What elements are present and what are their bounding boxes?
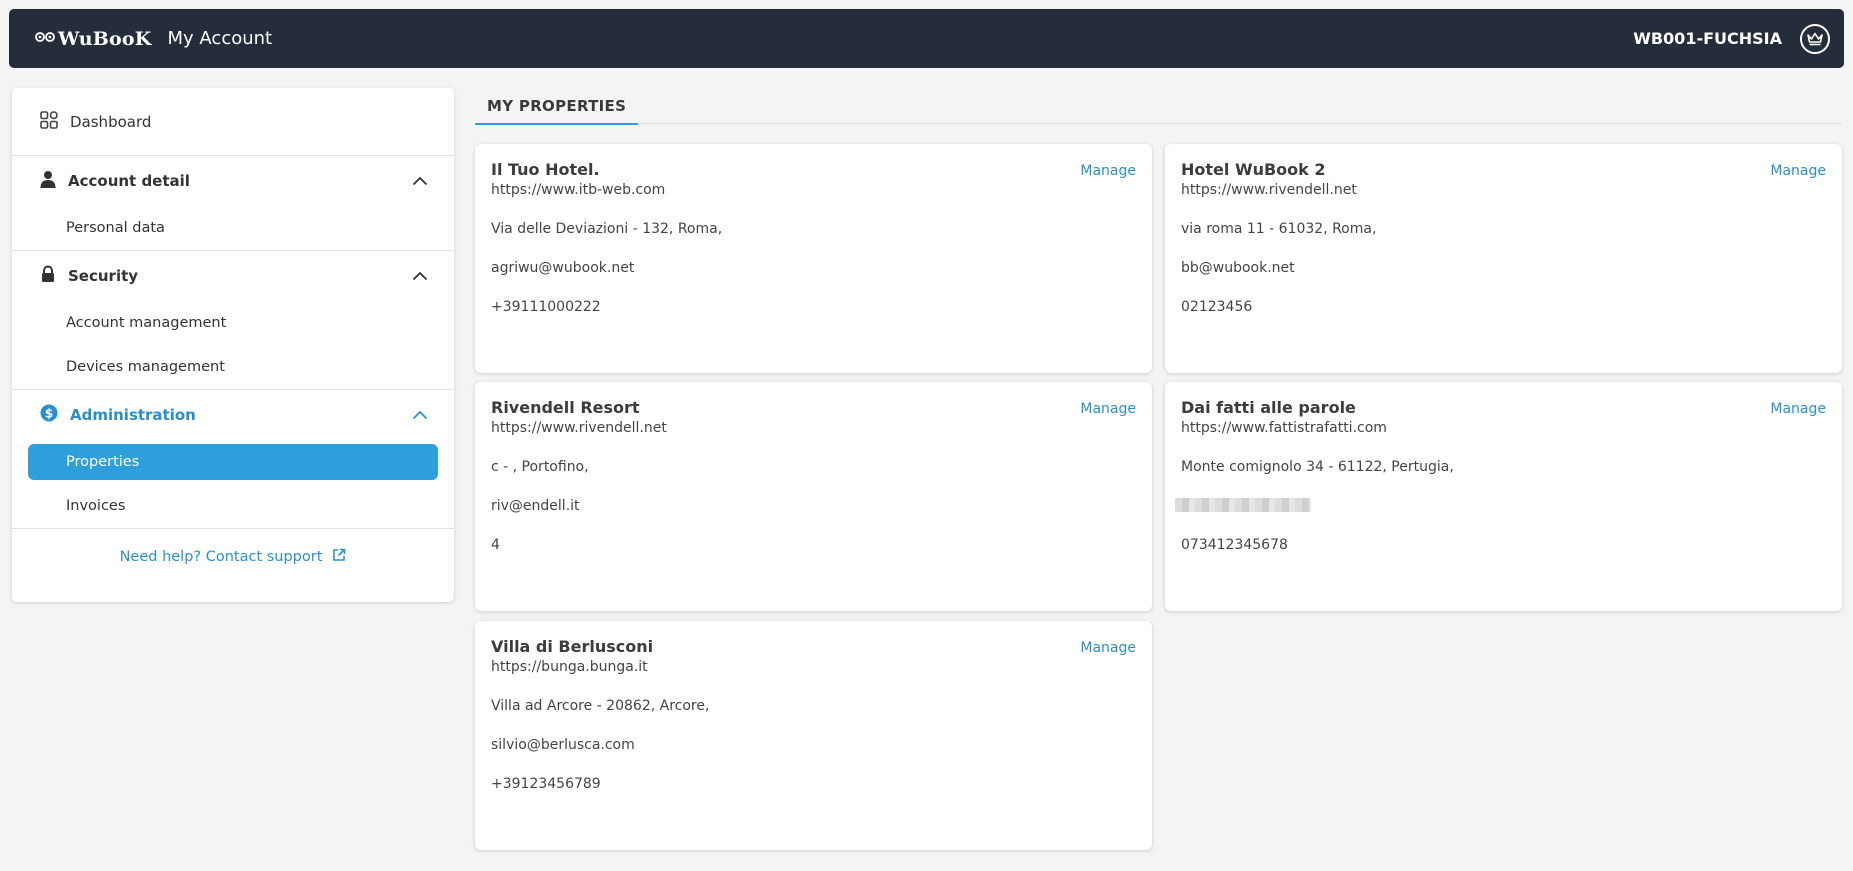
property-address: c - , Portofino,	[491, 459, 589, 475]
property-url: https://www.fattistrafatti.com	[1181, 420, 1387, 436]
property-card: Hotel WuBook 2 Manage https://www.rivende…	[1165, 144, 1842, 373]
user-code[interactable]: WB001-FUCHSIA	[1633, 29, 1782, 48]
property-name: Dai fatti alle parole	[1181, 398, 1356, 417]
sidebar: Dashboard Account detail Personal data S…	[12, 88, 454, 602]
property-card: Villa di Berlusconi Manage https://bunga.…	[475, 621, 1152, 850]
property-address: Monte comignolo 34 - 61122, Pertugia,	[1181, 459, 1454, 475]
user-icon	[40, 170, 56, 192]
sidebar-item-label: Dashboard	[70, 112, 152, 131]
property-phone: +39111000222	[491, 299, 601, 315]
support-link[interactable]: Need help? Contact support	[12, 529, 454, 585]
property-phone: +39123456789	[491, 776, 601, 792]
logo-icon	[35, 29, 55, 48]
property-email: riv@endell.it	[491, 498, 580, 514]
app-title: My Account	[167, 28, 273, 49]
manage-link[interactable]: Manage	[1770, 401, 1826, 417]
grid-icon	[40, 110, 58, 133]
page-title: MY PROPERTIES	[475, 97, 639, 125]
property-card: Dai fatti alle parole Manage https://www.…	[1165, 382, 1842, 611]
chevron-up-icon[interactable]	[412, 406, 428, 424]
sidebar-item-account-management[interactable]: Account management	[12, 301, 454, 345]
support-link-label: Need help? Contact support	[119, 549, 323, 565]
wubook-logo[interactable]: WuBooK	[35, 28, 152, 50]
sidebar-section-administration: $ Administration Properties Invoices	[12, 390, 454, 529]
property-address: Via delle Deviazioni - 132, Roma,	[491, 221, 723, 237]
property-url: https://www.itb-web.com	[491, 182, 666, 198]
logo-text: WuBooK	[58, 27, 152, 50]
property-email: bb@wubook.net	[1181, 260, 1295, 276]
property-phone: 02123456	[1181, 299, 1253, 315]
manage-link[interactable]: Manage	[1080, 401, 1136, 417]
sidebar-section-security: Security Account management Devices mana…	[12, 251, 454, 390]
page-title-bar: MY PROPERTIES	[475, 96, 1841, 125]
sidebar-head-security[interactable]: Security	[12, 251, 454, 301]
manage-link[interactable]: Manage	[1080, 640, 1136, 656]
property-address: Villa ad Arcore - 20862, Arcore,	[491, 698, 710, 714]
user-area: WB001-FUCHSIA	[1633, 23, 1830, 54]
sidebar-item-properties-wrap: Properties	[12, 440, 454, 484]
sidebar-item-devices-management[interactable]: Devices management	[12, 345, 454, 389]
sidebar-item-properties[interactable]: Properties	[28, 444, 438, 480]
sidebar-section-account-detail: Account detail Personal data	[12, 156, 454, 251]
sidebar-item-invoices[interactable]: Invoices	[12, 484, 454, 528]
external-link-icon	[332, 548, 346, 566]
sidebar-item-dashboard[interactable]: Dashboard	[12, 88, 454, 156]
property-address: via roma 11 - 61032, Roma,	[1181, 221, 1377, 237]
property-name: Villa di Berlusconi	[491, 637, 654, 656]
property-phone: 073412345678	[1181, 537, 1288, 553]
dollar-icon: $	[40, 404, 58, 426]
property-email-redacted	[1175, 498, 1826, 514]
property-name: Hotel WuBook 2	[1181, 160, 1326, 179]
property-url: https://www.rivendell.net	[491, 420, 667, 436]
manage-link[interactable]: Manage	[1080, 163, 1136, 179]
sidebar-head-account-detail[interactable]: Account detail	[12, 156, 454, 206]
property-card: Il Tuo Hotel. Manage https://www.itb-web.…	[475, 144, 1152, 373]
top-bar: WuBooK My Account WB001-FUCHSIA	[9, 9, 1844, 68]
crown-icon[interactable]	[1800, 23, 1830, 54]
property-url: https://www.rivendell.net	[1181, 182, 1357, 198]
chevron-up-icon[interactable]	[412, 267, 428, 285]
property-email: agriwu@wubook.net	[491, 260, 635, 276]
property-phone: 4	[491, 537, 500, 553]
section-label: Security	[68, 267, 139, 285]
property-name: Rivendell Resort	[491, 398, 640, 417]
chevron-up-icon[interactable]	[412, 172, 428, 190]
property-card: Rivendell Resort Manage https://www.riven…	[475, 382, 1152, 611]
property-url: https://bunga.bunga.it	[491, 659, 648, 675]
property-email: silvio@berlusca.com	[491, 737, 635, 753]
lock-icon	[40, 265, 56, 287]
manage-link[interactable]: Manage	[1770, 163, 1826, 179]
property-name: Il Tuo Hotel.	[491, 160, 600, 179]
sidebar-head-administration[interactable]: $ Administration	[12, 390, 454, 440]
section-label: Administration	[70, 406, 196, 424]
section-label: Account detail	[68, 172, 190, 190]
svg-text:$: $	[45, 407, 53, 421]
sidebar-item-personal-data[interactable]: Personal data	[12, 206, 454, 250]
brand: WuBooK My Account	[35, 28, 272, 50]
redacted-email	[1175, 498, 1311, 512]
